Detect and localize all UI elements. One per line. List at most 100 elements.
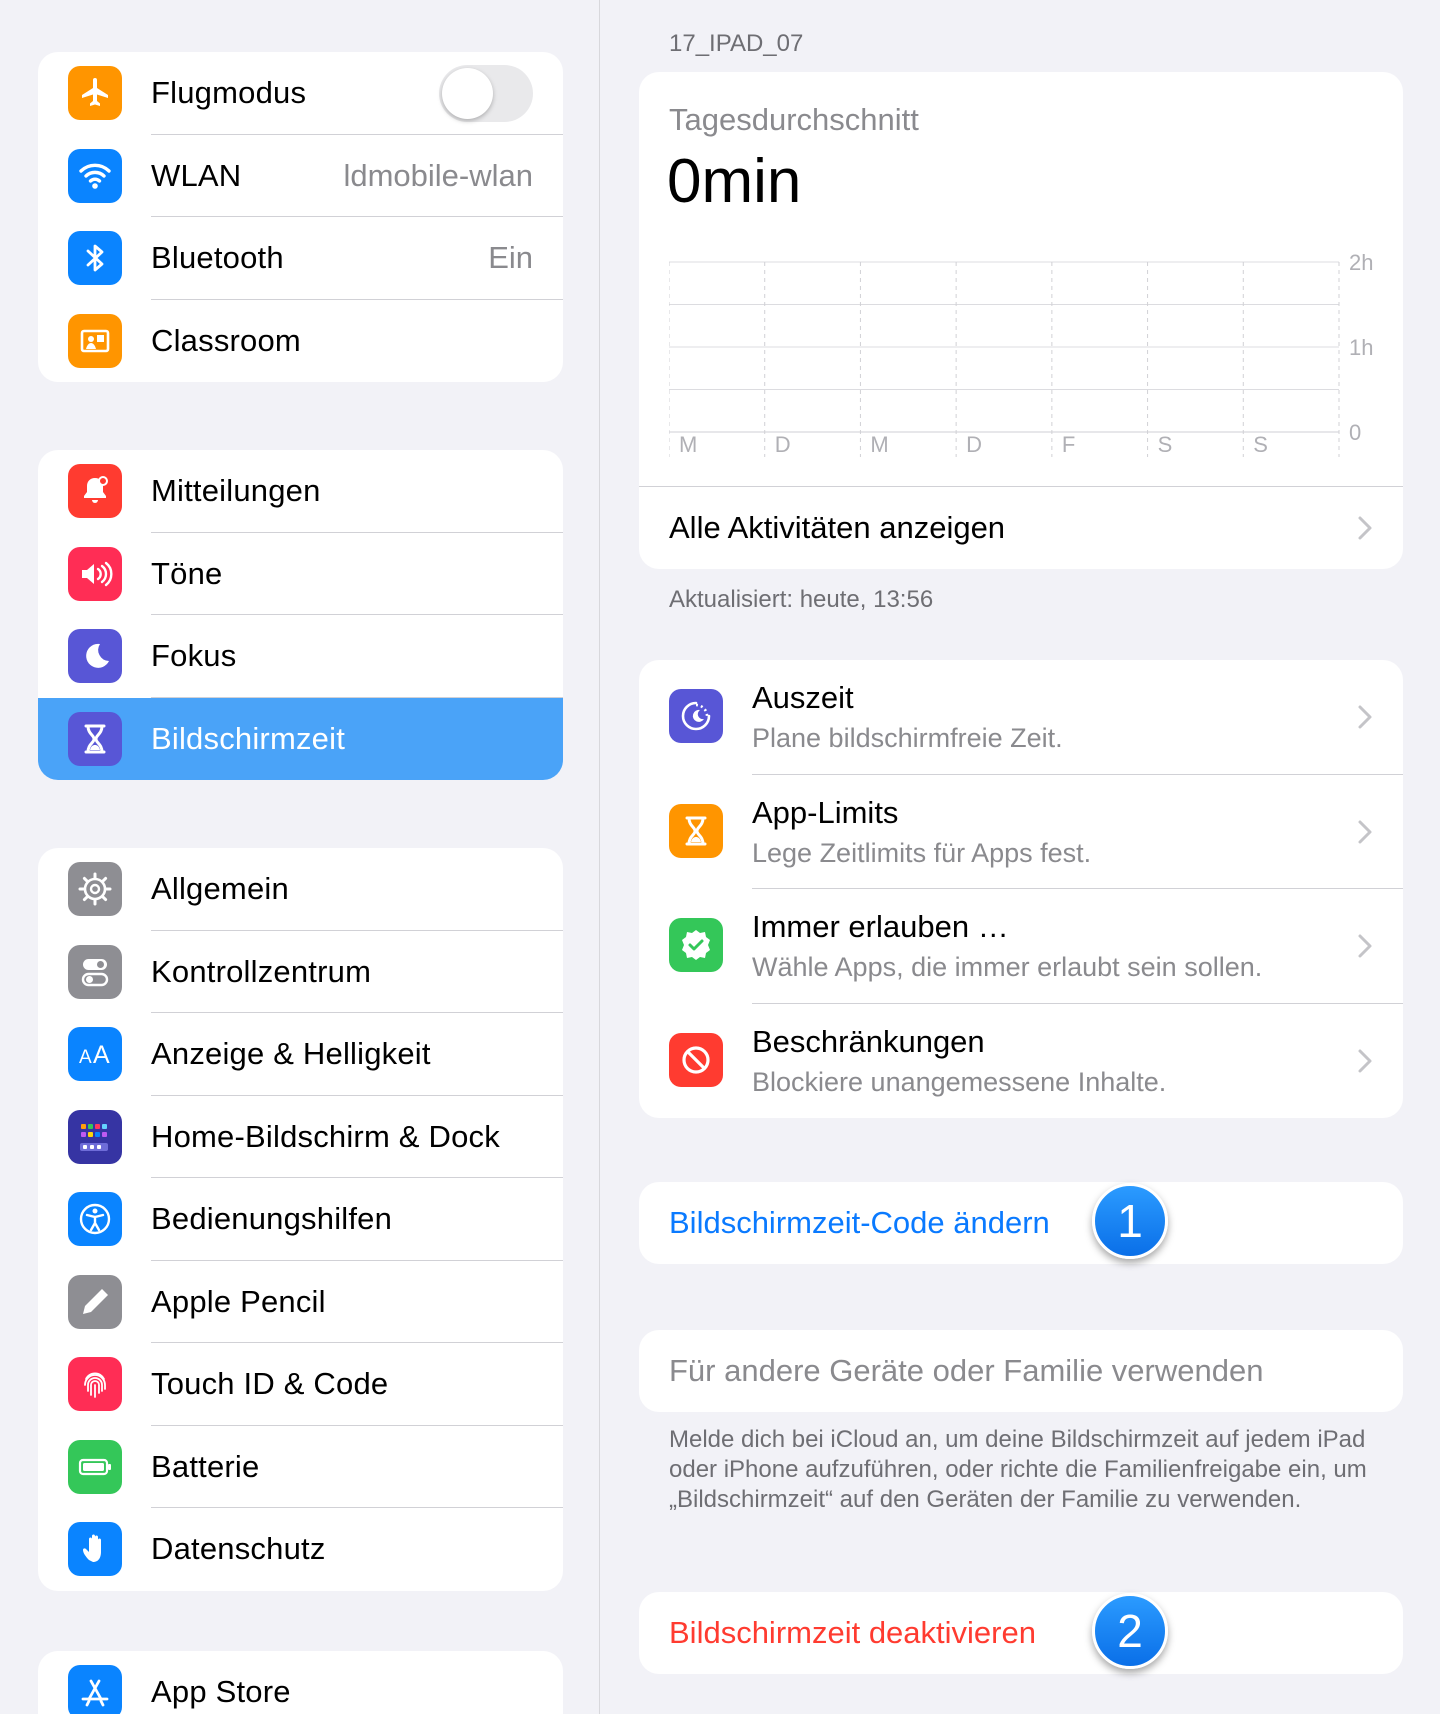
- usage-chart[interactable]: 2h 1h 0 M D M D F S S: [669, 247, 1399, 457]
- chevron-right-icon: [1358, 1049, 1372, 1072]
- sidebar-item-label: Mitteilungen: [151, 473, 321, 509]
- sidebar-item-anzeige-helligkeit[interactable]: A A Anzeige & Helligkeit: [38, 1013, 563, 1096]
- moon-icon: [68, 629, 122, 683]
- family-footnote: Melde dich bei iCloud an, um deine Bilds…: [669, 1426, 1367, 1513]
- chart-y-tick-label: 2h: [1349, 250, 1373, 275]
- accessibility-icon: [68, 1192, 122, 1246]
- daily-average-label: Tagesdurchschnitt: [669, 102, 919, 137]
- sidebar-item-label: Touch ID & Code: [151, 1366, 389, 1402]
- sidebar-item-mitteilungen[interactable]: Mitteilungen: [38, 450, 563, 533]
- sidebar-item-fokus[interactable]: Fokus: [38, 615, 563, 698]
- callout-badge-1: 1: [1092, 1183, 1168, 1259]
- no-entry-icon: [669, 1032, 723, 1087]
- screen-time-panel: 17_IPAD_07 Tagesdurchschnitt 0min 2h 1h 0 M…: [601, 0, 1440, 1714]
- sidebar-item-bildschirmzeit[interactable]: Bildschirmzeit: [38, 697, 563, 780]
- chart-x-tick-label: F: [1062, 432, 1075, 457]
- sidebar-item-label: Fokus: [151, 638, 237, 674]
- text-size-icon: AA: [68, 1027, 122, 1081]
- bluetooth-icon: [68, 231, 122, 285]
- sidebar-item-flugmodus[interactable]: Flugmodus: [38, 52, 563, 135]
- chart-x-tick-label: M: [679, 432, 697, 457]
- sidebar-item-label: Töne: [151, 555, 223, 591]
- sidebar-item-label: Apple Pencil: [151, 1283, 326, 1319]
- sidebar-item-töne[interactable]: Töne: [38, 533, 563, 615]
- option-auszeit[interactable]: Auszeit Plane bildschirmfreie Zeit.: [639, 660, 1403, 775]
- daily-average-value: 0min: [667, 147, 802, 216]
- chart-y-tick-label: 1h: [1349, 335, 1373, 360]
- checkmark-seal-icon: [669, 918, 723, 972]
- option-app-limits[interactable]: App-Limits Lege Zeitlimits für Apps fest.: [639, 775, 1403, 889]
- chart-y-tick-label: 0: [1349, 420, 1361, 445]
- sidebar-item-value: Ein: [488, 240, 533, 276]
- chart-x-tick-label: M: [870, 432, 888, 457]
- all-activities-row[interactable]: Alle Aktivitäten anzeigen: [639, 486, 1403, 568]
- change-code-label: Bildschirmzeit-Code ändern: [669, 1205, 1050, 1240]
- sidebar-item-label: WLAN: [151, 157, 242, 193]
- option-immer-erlauben[interactable]: Immer erlauben … Wähle Apps, die immer er…: [639, 889, 1403, 1004]
- callout-badge-2: 2: [1092, 1593, 1168, 1669]
- sidebar-item-kontrollzentrum[interactable]: Kontrollzentrum: [38, 931, 563, 1013]
- sidebar-item-value: ldmobile-wlan: [343, 157, 533, 193]
- sidebar-item-label: Bildschirmzeit: [151, 720, 346, 756]
- sidebar-item-label: Kontrollzentrum: [151, 953, 372, 989]
- sidebar-item-home-bildschirm-dock[interactable]: Home-Bildschirm & Dock: [38, 1096, 563, 1178]
- wifi-icon: [68, 148, 122, 203]
- home-grid-icon: [68, 1109, 122, 1164]
- settings-group-2: Mitteilungen Töne Fokus Bildschirmzeit: [38, 450, 563, 780]
- chevron-right-icon: [1358, 516, 1372, 539]
- chart-x-tick-label: D: [775, 432, 791, 457]
- option-beschränkungen[interactable]: Beschränkungen Blockiere unangemessene In…: [639, 1004, 1403, 1119]
- bell-icon: [68, 464, 122, 518]
- change-code-button[interactable]: Bildschirmzeit-Code ändern: [639, 1182, 1403, 1264]
- sidebar-item-label: Classroom: [151, 322, 301, 358]
- option-subtitle: Lege Zeitlimits für Apps fest.: [752, 837, 1092, 868]
- device-name: 17_IPAD_07: [669, 30, 804, 57]
- deactivate-button[interactable]: Bildschirmzeit deaktivieren: [639, 1592, 1403, 1674]
- sidebar-item-wlan[interactable]: WLAN ldmobile-wlan: [38, 135, 563, 217]
- sidebar-item-apple-pencil[interactable]: Apple Pencil: [38, 1261, 563, 1343]
- hand-icon: [68, 1522, 122, 1576]
- sidebar-item-label: Datenschutz: [151, 1531, 326, 1567]
- svg-text:A: A: [93, 1041, 110, 1069]
- downtime-icon: [669, 689, 723, 743]
- chevron-right-icon: [1358, 820, 1372, 843]
- chevron-right-icon: [1358, 934, 1372, 958]
- app-store-icon: [68, 1665, 122, 1714]
- airplane-mode-toggle[interactable]: [439, 65, 533, 122]
- settings-group-1: Flugmodus WLAN ldmobile-wlan Bluetooth Ein Cl…: [38, 52, 563, 382]
- switches-icon: [68, 944, 122, 999]
- sidebar-item-label: Bluetooth: [151, 240, 284, 276]
- option-title: Immer erlauben …: [752, 909, 1009, 944]
- deactivate-label: Bildschirmzeit deaktivieren: [669, 1615, 1036, 1650]
- sidebar-item-label: Bedienungshilfen: [151, 1201, 393, 1237]
- chart-x-tick-label: S: [1158, 432, 1173, 457]
- sidebar-item-label: App Store: [151, 1674, 291, 1710]
- sidebar-item-datenschutz[interactable]: Datenschutz: [38, 1508, 563, 1591]
- sidebar-item-label: Flugmodus: [151, 75, 307, 111]
- sidebar-item-allgemein[interactable]: Allgemein: [38, 848, 563, 931]
- family-setup-row: Für andere Geräte oder Familie verwenden: [639, 1330, 1403, 1412]
- svg-text:A: A: [79, 1047, 92, 1068]
- option-title: App-Limits: [752, 794, 899, 830]
- family-setup-label: Für andere Geräte oder Familie verwenden: [669, 1353, 1264, 1388]
- all-activities-label: Alle Aktivitäten anzeigen: [669, 509, 1006, 545]
- sidebar-item-app-store[interactable]: App Store: [38, 1651, 563, 1714]
- sidebar-item-label: Anzeige & Helligkeit: [151, 1036, 431, 1072]
- sidebar-item-bluetooth[interactable]: Bluetooth Ein: [38, 217, 563, 300]
- option-subtitle: Plane bildschirmfreie Zeit.: [752, 723, 1063, 753]
- battery-icon: [68, 1439, 122, 1494]
- sidebar-item-bedienungshilfen[interactable]: Bedienungshilfen: [38, 1178, 563, 1261]
- option-title: Auszeit: [752, 680, 854, 715]
- updated-timestamp: Aktualisiert: heute, 13:56: [669, 586, 934, 613]
- sidebar-item-label: Home-Bildschirm & Dock: [151, 1118, 500, 1154]
- speaker-icon: [68, 546, 122, 601]
- chart-x-tick-label: S: [1253, 432, 1268, 457]
- fingerprint-icon: [68, 1357, 122, 1411]
- sidebar-item-touch-id-code[interactable]: Touch ID & Code: [38, 1343, 563, 1426]
- chart-x-tick-label: D: [966, 432, 982, 457]
- usage-card: Tagesdurchschnitt 0min 2h 1h 0 M D M D F S S Alle…: [639, 72, 1403, 569]
- option-subtitle: Blockiere unangemessene Inhalte.: [752, 1066, 1167, 1097]
- sidebar-item-batterie[interactable]: Batterie: [38, 1426, 563, 1508]
- sidebar-item-classroom[interactable]: Classroom: [38, 300, 563, 383]
- option-title: Beschränkungen: [752, 1023, 985, 1059]
